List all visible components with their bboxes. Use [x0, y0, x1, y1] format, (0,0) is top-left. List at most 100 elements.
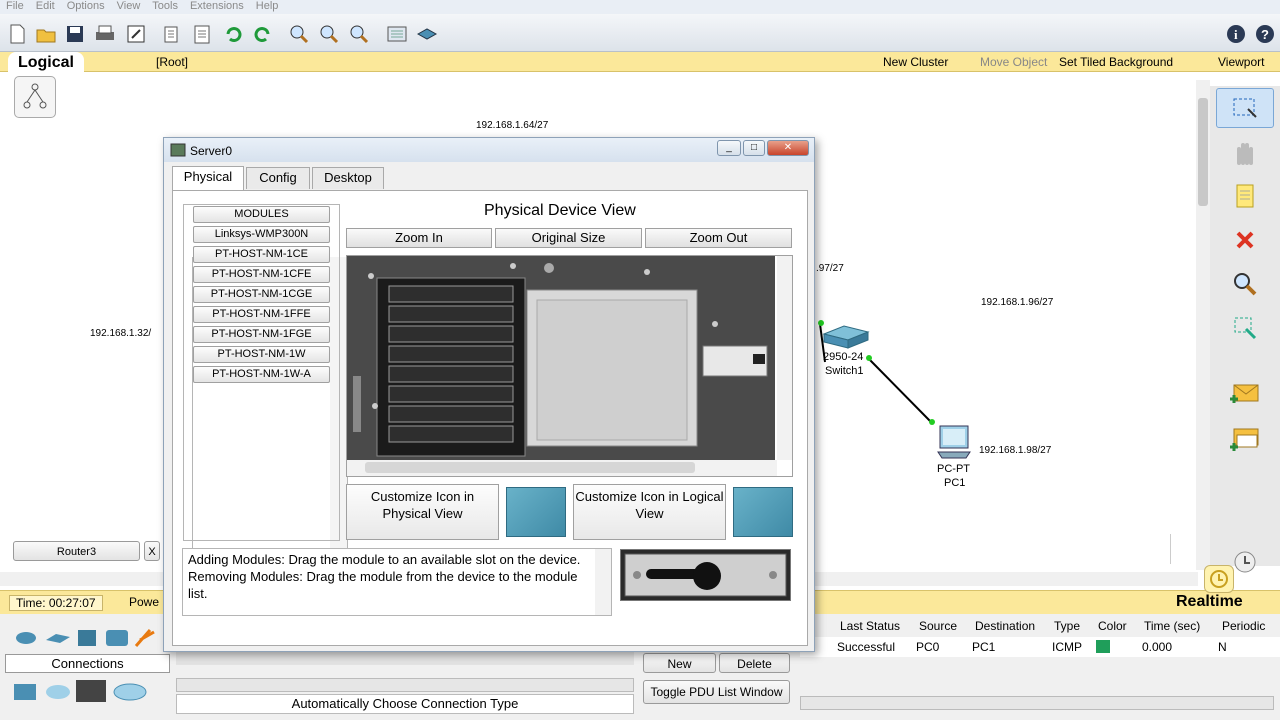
- server-chassis-image[interactable]: [347, 256, 775, 460]
- menu-extensions[interactable]: Extensions: [190, 0, 244, 14]
- power-cycle-button[interactable]: Powe: [129, 595, 159, 609]
- redo-icon[interactable]: [251, 22, 275, 46]
- physical-icon-preview: [506, 487, 566, 537]
- maximize-button[interactable]: □: [743, 140, 765, 156]
- physical-device-view-title: Physical Device View: [484, 202, 636, 219]
- move-object-button[interactable]: Move Object: [980, 55, 1047, 69]
- place-note-icon[interactable]: [1216, 176, 1274, 216]
- zoom-out-icon[interactable]: [347, 22, 371, 46]
- menu-help[interactable]: Help: [256, 0, 279, 14]
- new-file-icon[interactable]: [5, 22, 29, 46]
- pdu-row-color-swatch: [1096, 640, 1110, 653]
- add-complex-pdu-icon[interactable]: [1216, 420, 1274, 460]
- new-cluster-button[interactable]: New Cluster: [883, 55, 948, 69]
- pdu-header-type: Type: [1054, 619, 1081, 633]
- switch-name-label: Switch1: [825, 365, 864, 377]
- open-folder-icon[interactable]: [34, 22, 58, 46]
- pc-icon[interactable]: [934, 424, 974, 464]
- tab-desktop[interactable]: Desktop: [312, 167, 384, 189]
- undo-icon[interactable]: [221, 22, 245, 46]
- tab-config[interactable]: Config: [246, 167, 310, 189]
- copy-icon[interactable]: [160, 22, 184, 46]
- custom-device-icon[interactable]: [415, 22, 439, 46]
- paste-icon[interactable]: [190, 22, 214, 46]
- menu-options[interactable]: Options: [67, 0, 105, 14]
- info-icon[interactable]: i: [1224, 22, 1248, 46]
- zoom-reset-icon[interactable]: [317, 22, 341, 46]
- select-tool-icon[interactable]: [1216, 88, 1274, 128]
- close-button[interactable]: ✕: [767, 140, 809, 156]
- device-view-vertical-scrollbar[interactable]: [777, 256, 792, 460]
- pc-name-label: PC1: [944, 477, 966, 489]
- module-preview-image: [620, 549, 791, 601]
- pdu-list-scrollbar[interactable]: [800, 696, 1274, 710]
- router3-tab[interactable]: Router3: [13, 541, 140, 561]
- pc-model-label: PC-PT: [937, 463, 970, 475]
- connection-type-label: Automatically Choose Connection Type: [176, 694, 634, 714]
- server-app-icon: [170, 143, 186, 157]
- menu-view[interactable]: View: [117, 0, 141, 14]
- connection-palette-scrollbar[interactable]: [176, 678, 634, 692]
- original-size-button[interactable]: Original Size: [495, 228, 642, 248]
- help-icon[interactable]: ?: [1253, 22, 1277, 46]
- pdu-header-destination: Destination: [975, 619, 1036, 633]
- router3-close-button[interactable]: X: [144, 541, 160, 561]
- network-label-96: 192.168.1.96/27: [981, 297, 1054, 308]
- new-scenario-button[interactable]: New: [643, 653, 716, 673]
- zoom-out-button[interactable]: Zoom Out: [645, 228, 792, 248]
- connections-category-icon: [134, 629, 155, 647]
- move-layout-hand-icon[interactable]: [1216, 132, 1274, 172]
- customize-icon-logical-button[interactable]: Customize Icon in Logical View: [573, 484, 726, 540]
- delete-tool-icon[interactable]: [1216, 220, 1274, 260]
- pdu-row-destination: PC1: [972, 640, 996, 654]
- palette-icon[interactable]: [385, 22, 409, 46]
- menu-tools[interactable]: Tools: [152, 0, 178, 14]
- modules-list-frame: [183, 204, 340, 541]
- logical-tab[interactable]: Logical: [8, 52, 84, 74]
- device-view-scroll-thumb[interactable]: [365, 462, 695, 473]
- dialog-title-bar[interactable]: Server0 _ □ ✕: [164, 138, 814, 162]
- pdu-row-status: Successful: [837, 640, 896, 654]
- svg-text:?: ?: [1261, 27, 1269, 42]
- activity-wizard-icon[interactable]: [124, 22, 148, 46]
- add-simple-pdu-icon[interactable]: [1216, 374, 1274, 414]
- pdu-row-time: 0.000: [1142, 640, 1173, 654]
- network-label-32: 192.168.1.32/: [90, 328, 152, 339]
- connection-types-row: [12, 678, 162, 706]
- logical-view-icon[interactable]: [14, 76, 56, 118]
- save-icon[interactable]: [63, 22, 87, 46]
- viewport-button[interactable]: Viewport: [1218, 55, 1264, 69]
- module-info-scrollbar[interactable]: [595, 549, 611, 615]
- routers-category-icon: [16, 632, 36, 644]
- canvas-vertical-scrollbar[interactable]: [1196, 80, 1210, 570]
- menu-bar: File Edit Options View Tools Extensions …: [0, 0, 1280, 14]
- zoom-in-icon[interactable]: [287, 22, 311, 46]
- print-icon[interactable]: [93, 22, 117, 46]
- minimize-button[interactable]: _: [717, 140, 741, 156]
- physical-device-view[interactable]: [346, 255, 793, 477]
- tab-physical[interactable]: Physical: [172, 166, 244, 190]
- workspace-bar: [Root] New Cluster Move Object Set Tiled…: [0, 52, 1280, 72]
- delete-scenario-button[interactable]: Delete: [719, 653, 790, 673]
- module-info-text: Adding Modules: Drag the module to an av…: [182, 548, 612, 616]
- pdu-header-source: Source: [919, 619, 958, 633]
- realtime-icon[interactable]: [1204, 565, 1234, 593]
- resize-shape-icon[interactable]: [1216, 308, 1274, 348]
- switch-model-label: 2950-24: [823, 351, 864, 363]
- customize-icon-physical-button[interactable]: Customize Icon in Physical View: [346, 484, 499, 540]
- menu-edit[interactable]: Edit: [36, 0, 55, 14]
- switch-icon[interactable]: [820, 322, 872, 350]
- set-tiled-background-button[interactable]: Set Tiled Background: [1059, 55, 1173, 69]
- pdu-header-color: Color: [1098, 619, 1127, 633]
- toggle-pdu-list-button[interactable]: Toggle PDU List Window: [643, 680, 790, 704]
- realtime-mode-label[interactable]: Realtime: [1176, 593, 1243, 611]
- main-toolbar: i ?: [0, 14, 1280, 52]
- canvas-edge: [1170, 534, 1171, 564]
- device-view-horizontal-scrollbar[interactable]: [347, 460, 777, 476]
- inspect-tool-icon[interactable]: [1216, 264, 1274, 304]
- vertical-scroll-thumb[interactable]: [1198, 98, 1208, 206]
- root-breadcrumb[interactable]: [Root]: [156, 55, 188, 69]
- pc1-ip-label: 192.168.1.98/27: [979, 445, 1052, 456]
- zoom-in-button[interactable]: Zoom In: [346, 228, 492, 248]
- menu-file[interactable]: File: [6, 0, 24, 14]
